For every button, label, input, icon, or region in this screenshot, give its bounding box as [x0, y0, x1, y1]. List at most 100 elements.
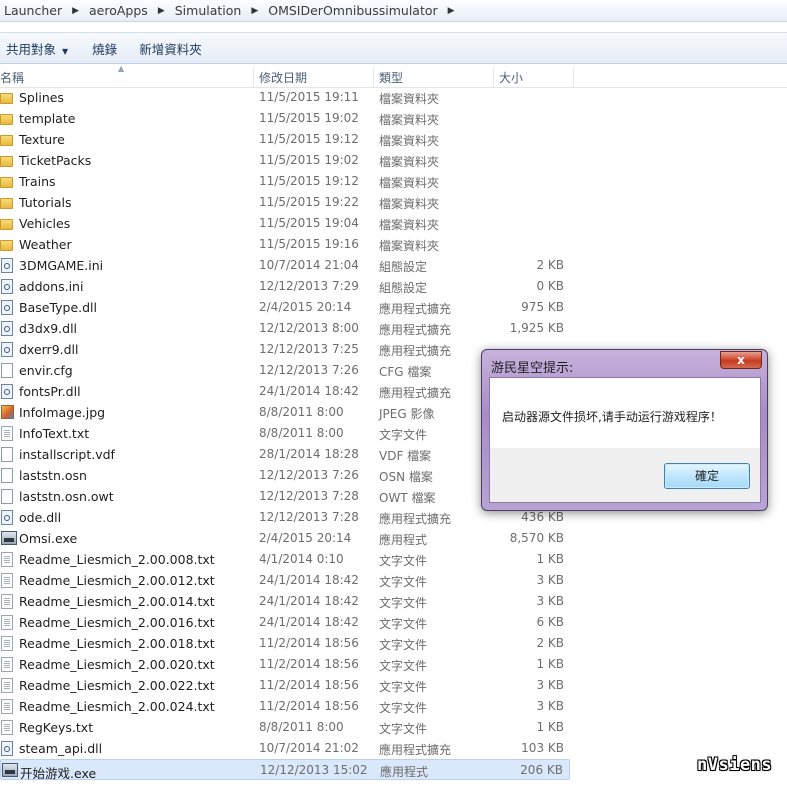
new-folder-button[interactable]: 新增資料夾 [131, 39, 216, 58]
file-row[interactable]: template 11/5/2015 19:02 檔案資料夾 [0, 108, 570, 129]
file-date: 24/1/2014 18:42 [259, 573, 359, 587]
file-row[interactable]: Tutorials 11/5/2015 19:22 檔案資料夾 [0, 192, 570, 213]
dll-file-icon [1, 300, 13, 315]
file-row[interactable]: steam_api.dll 10/7/2014 21:02 應用程式擴充 103 KB [0, 738, 570, 759]
file-date: 2/4/2015 20:14 [259, 531, 352, 545]
file-date: 12/12/2013 15:02 [260, 763, 368, 777]
text-file-icon [1, 636, 13, 651]
folder-icon [0, 219, 13, 230]
command-bar: 共用對象 ▼ 燒錄 新增資料夾 [0, 32, 787, 64]
file-row[interactable]: 3DMGAME.ini 10/7/2014 21:04 組態設定 2 KB [0, 255, 570, 276]
text-file-icon [1, 426, 13, 441]
file-size: 103 KB [521, 741, 564, 755]
column-divider[interactable] [373, 66, 374, 87]
column-divider[interactable] [573, 66, 574, 87]
file-row[interactable]: Trains 11/5/2015 19:12 檔案資料夾 [0, 171, 570, 192]
file-row[interactable]: Texture 11/5/2015 19:12 檔案資料夾 [0, 129, 570, 150]
folder-icon [0, 177, 13, 188]
file-row[interactable]: addons.ini 12/12/2013 7:29 組態設定 0 KB [0, 276, 570, 297]
file-row[interactable]: Readme_Liesmich_2.00.018.txt 11/2/2014 18… [0, 633, 570, 654]
ok-button[interactable]: 確定 [664, 463, 750, 489]
breadcrumb-item[interactable]: Simulation [171, 3, 242, 18]
chevron-down-icon: ▼ [62, 46, 69, 56]
file-type: 組態設定 [379, 281, 428, 295]
file-date: 11/2/2014 18:56 [259, 678, 359, 692]
file-name: ode.dll [19, 510, 62, 525]
file-date: 11/5/2015 19:02 [259, 153, 359, 167]
file-size: 2 KB [536, 258, 564, 272]
file-row[interactable]: Weather 11/5/2015 19:16 檔案資料夾 [0, 234, 570, 255]
file-row[interactable]: Vehicles 11/5/2015 19:04 檔案資料夾 [0, 213, 570, 234]
file-date: 24/1/2014 18:42 [259, 594, 359, 608]
file-type: 文字文件 [379, 554, 428, 568]
file-row[interactable]: Readme_Liesmich_2.00.016.txt 24/1/2014 18… [0, 612, 570, 633]
column-header-type[interactable]: 類型 [379, 69, 403, 86]
file-type: OSN 檔案 [379, 470, 433, 484]
file-row[interactable]: Omsi.exe 2/4/2015 20:14 應用程式 8,570 KB [0, 528, 570, 549]
file-type: 應用程式擴充 [379, 302, 452, 316]
file-size: 3 KB [536, 573, 564, 587]
watermark: nVsiens [697, 755, 773, 775]
text-file-icon [1, 720, 13, 735]
file-size: 1 KB [536, 720, 564, 734]
file-row[interactable]: RegKeys.txt 8/8/2011 8:00 文字文件 1 KB [0, 717, 570, 738]
column-divider[interactable] [493, 66, 494, 87]
file-name: template [19, 111, 76, 126]
file-date: 28/1/2014 18:28 [259, 447, 359, 461]
breadcrumb-chevron-icon[interactable]: ▶ [241, 6, 264, 16]
file-date: 11/2/2014 18:56 [259, 636, 359, 650]
file-type: VDF 檔案 [379, 449, 432, 463]
image-file-icon [1, 405, 14, 419]
folder-icon [0, 135, 13, 146]
breadcrumb-chevron-icon[interactable]: ▶ [438, 6, 461, 16]
file-row[interactable]: Readme_Liesmich_2.00.020.txt 11/2/2014 18… [0, 654, 570, 675]
file-type: 應用程式擴充 [379, 344, 452, 358]
column-divider[interactable] [253, 66, 254, 87]
file-name: Trains [19, 174, 56, 189]
breadcrumb: Launcher ▶ aeroApps ▶ Simulation ▶ OMSIDerOmni… [0, 0, 787, 22]
file-type: 檔案資料夾 [379, 113, 440, 127]
column-header-date[interactable]: 修改日期 [259, 69, 307, 86]
file-row[interactable]: Readme_Liesmich_2.00.008.txt 4/1/2014 0:1… [0, 549, 570, 570]
column-header-name[interactable]: 名稱 [0, 69, 24, 86]
file-name: Readme_Liesmich_2.00.022.txt [19, 678, 215, 693]
file-date: 2/4/2015 20:14 [259, 300, 352, 314]
file-type: 文字文件 [379, 680, 428, 694]
column-header-size[interactable]: 大小 [499, 69, 523, 86]
file-row[interactable]: Splines 11/5/2015 19:11 檔案資料夾 [0, 87, 570, 108]
file-row[interactable]: TicketPacks 11/5/2015 19:02 檔案資料夾 [0, 150, 570, 171]
file-row[interactable]: Readme_Liesmich_2.00.024.txt 11/2/2014 18… [0, 696, 570, 717]
burn-button[interactable]: 燒錄 [82, 39, 131, 58]
file-name: Texture [19, 132, 65, 147]
close-button[interactable]: x [720, 351, 762, 369]
file-type: 應用程式 [380, 765, 429, 779]
file-type: 組態設定 [379, 260, 428, 274]
file-type: 應用程式擴充 [379, 386, 452, 400]
file-size: 0 KB [536, 279, 564, 293]
breadcrumb-chevron-icon[interactable]: ▶ [62, 6, 85, 16]
breadcrumb-item[interactable]: Launcher [0, 3, 62, 18]
text-file-icon [1, 657, 13, 672]
file-icon [1, 363, 13, 378]
file-name: Readme_Liesmich_2.00.024.txt [19, 699, 215, 714]
file-date: 11/5/2015 19:02 [259, 111, 359, 125]
file-row[interactable]: Readme_Liesmich_2.00.022.txt 11/2/2014 18… [0, 675, 570, 696]
file-row[interactable]: Readme_Liesmich_2.00.014.txt 24/1/2014 18… [0, 591, 570, 612]
breadcrumb-item[interactable]: OMSIDerOmnibussimulator [264, 3, 437, 18]
file-name: RegKeys.txt [19, 720, 94, 735]
file-date: 12/12/2013 7:29 [259, 279, 359, 293]
breadcrumb-item[interactable]: aeroApps [85, 3, 148, 18]
config-file-icon [1, 279, 13, 294]
file-type: 應用程式擴充 [379, 743, 452, 757]
file-row[interactable]: BaseType.dll 2/4/2015 20:14 應用程式擴充 975 KB [0, 297, 570, 318]
share-with-button[interactable]: 共用對象 ▼ [0, 39, 82, 58]
breadcrumb-chevron-icon[interactable]: ▶ [148, 6, 171, 16]
file-row[interactable]: d3dx9.dll 12/12/2013 8:00 應用程式擴充 1,925 KB [0, 318, 570, 339]
file-row[interactable]: 开始游戏.exe 12/12/2013 15:02 應用程式 206 KB [0, 759, 570, 781]
file-name: Readme_Liesmich_2.00.018.txt [19, 636, 215, 651]
file-date: 12/12/2013 7:28 [259, 489, 359, 503]
file-date: 12/12/2013 7:28 [259, 510, 359, 524]
file-row[interactable]: Readme_Liesmich_2.00.012.txt 24/1/2014 18… [0, 570, 570, 591]
file-name: laststn.osn [19, 468, 87, 483]
file-date: 8/8/2011 8:00 [259, 405, 344, 419]
